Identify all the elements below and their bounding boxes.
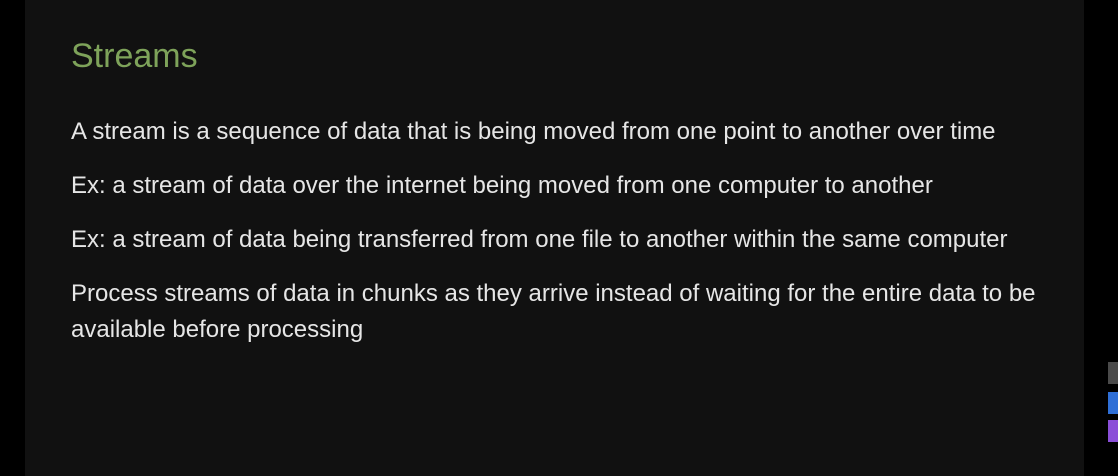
slide-title: Streams — [71, 37, 198, 75]
square-blue-icon[interactable] — [1108, 392, 1118, 414]
bullet-item: Process streams of data in chunks as the… — [71, 280, 1036, 343]
bullet-item: Ex: a stream of data being transferred f… — [71, 226, 1008, 253]
slide: Streams A stream is a sequence of data t… — [25, 0, 1084, 476]
bullet-item: A stream is a sequence of data that is b… — [71, 118, 996, 145]
bullet-list: A stream is a sequence of data that is b… — [71, 114, 1051, 366]
bullet-item: Ex: a stream of data over the internet b… — [71, 172, 933, 199]
square-purple-icon[interactable] — [1108, 420, 1118, 442]
square-gray-icon[interactable] — [1108, 362, 1118, 384]
